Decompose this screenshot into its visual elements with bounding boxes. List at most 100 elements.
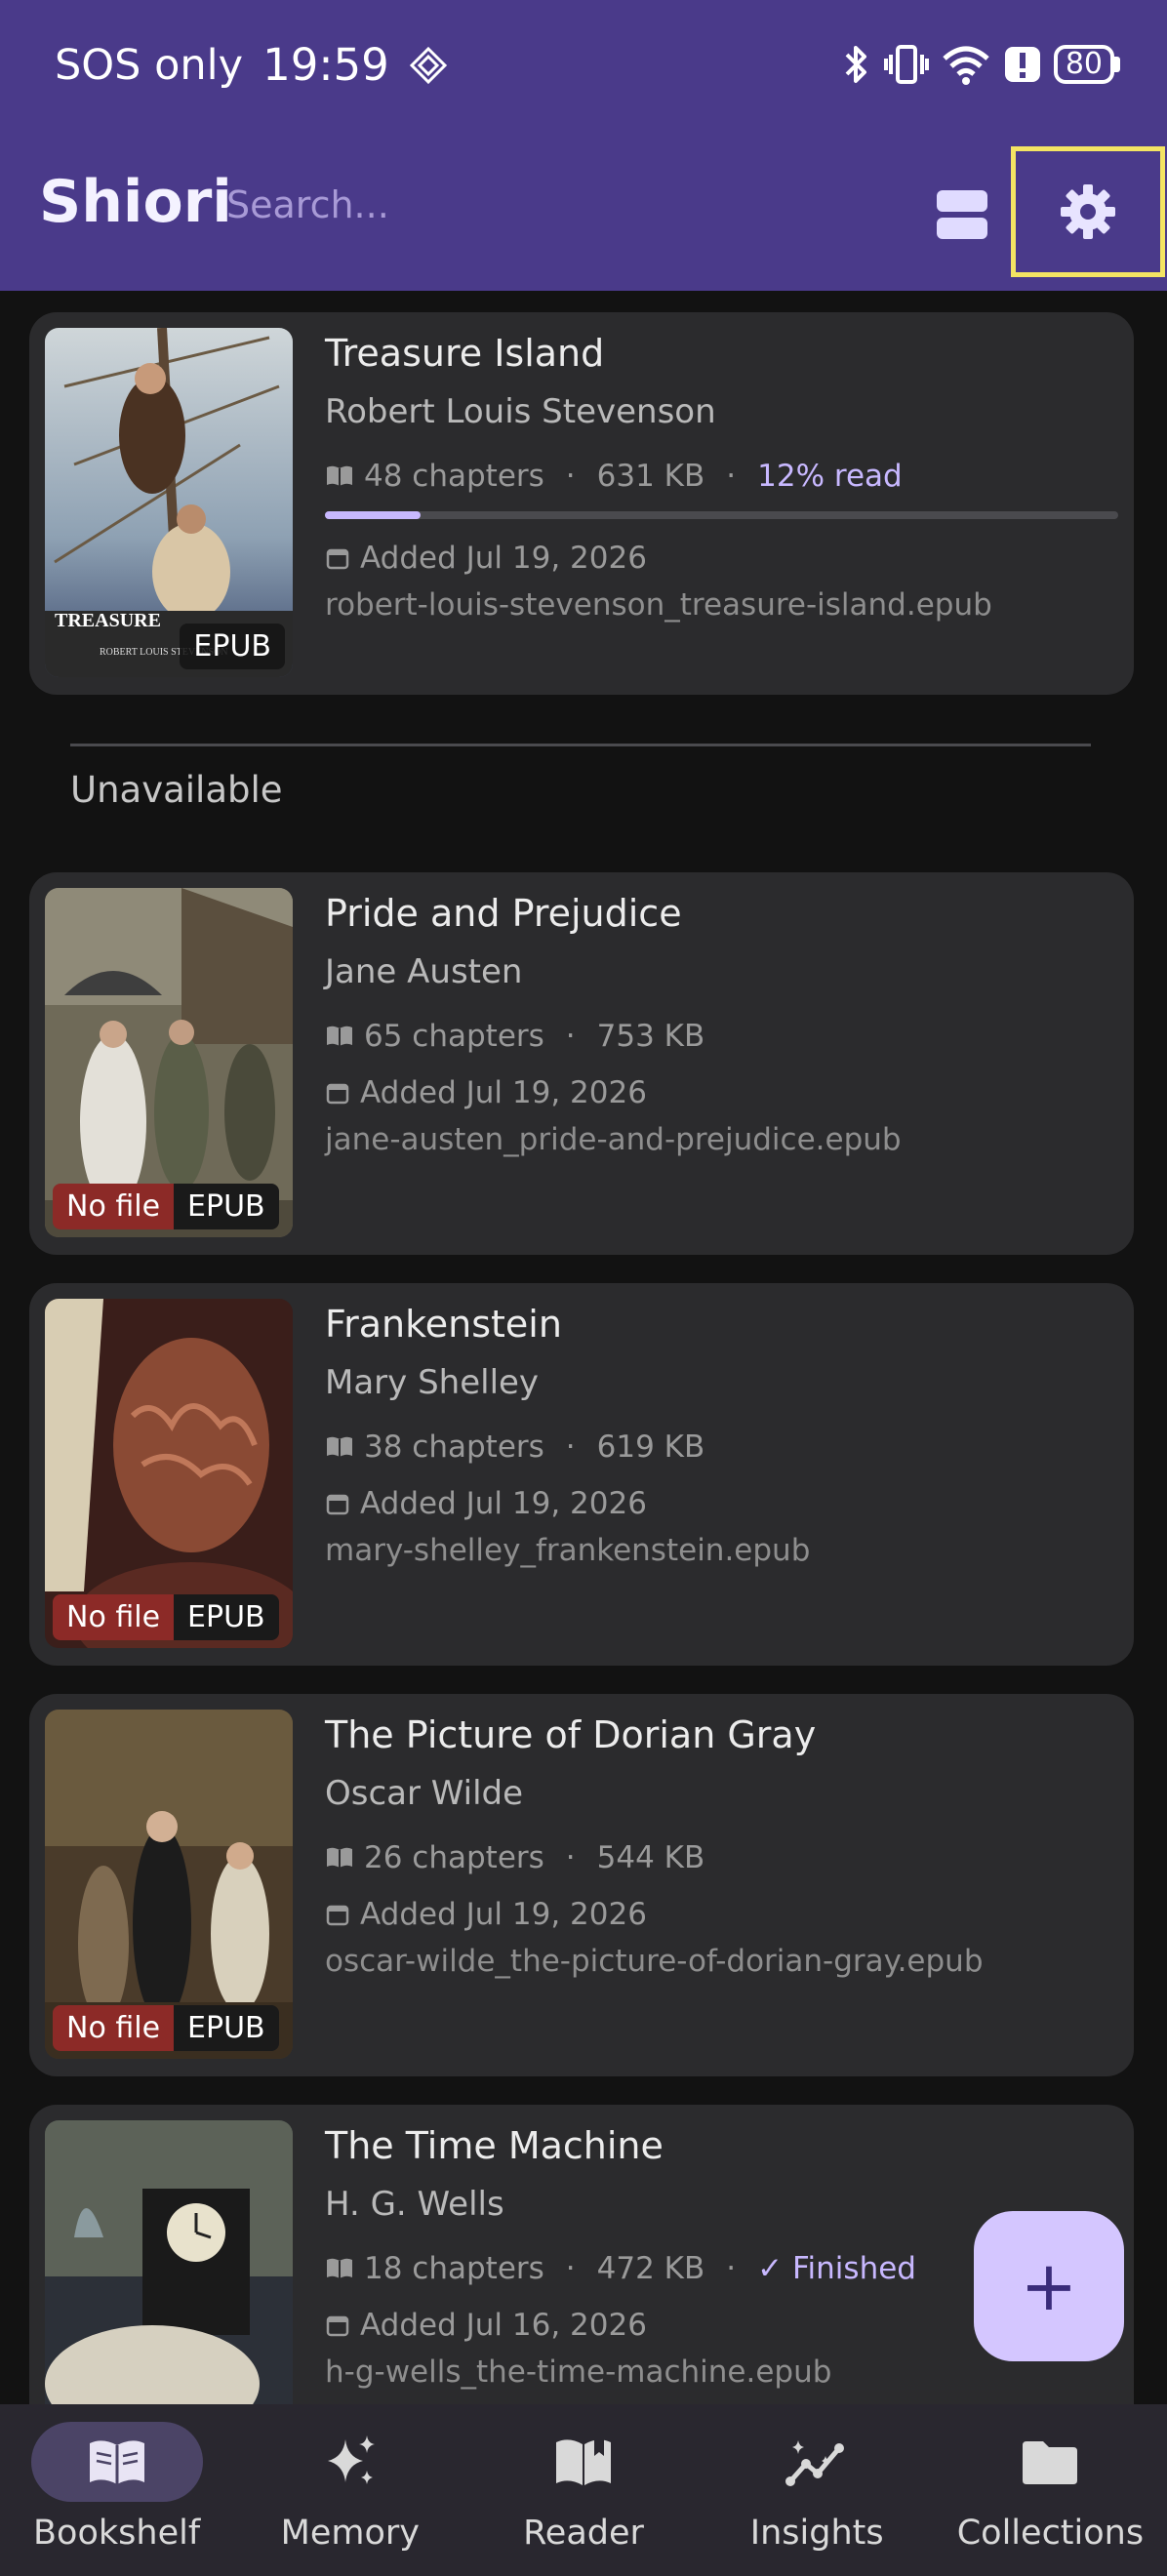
settings-button[interactable] — [1011, 146, 1165, 277]
alert-icon — [1004, 47, 1040, 82]
wifi-icon — [943, 46, 989, 85]
calendar-icon — [326, 548, 349, 570]
calendar-icon — [326, 1083, 349, 1105]
network-diamond-icon — [409, 46, 447, 84]
chapter-count: 26 chapters — [364, 1840, 544, 1875]
nav-label: Reader — [523, 2514, 644, 2553]
book-meta: 38 chapters · 619 KB — [325, 1429, 1118, 1465]
separator-dot: · — [726, 459, 737, 494]
unavailable-section-label: Unavailable — [70, 769, 283, 811]
book-title: Treasure Island — [325, 332, 605, 375]
chapter-count: 18 chapters — [364, 2251, 544, 2286]
app-bar: Shiori Search... — [0, 137, 1167, 291]
file-name: oscar-wilde_the-picture-of-dorian-gray.e… — [325, 1944, 984, 1979]
nav-item-collections[interactable]: Collections — [934, 2404, 1167, 2576]
date-added: Added Jul 19, 2026 — [325, 541, 1118, 576]
nav-label: Insights — [749, 2514, 884, 2553]
status-right: 80 — [839, 43, 1120, 86]
book-title: Frankenstein — [325, 1303, 562, 1346]
format-badge: EPUB — [174, 2005, 279, 2051]
book-card[interactable]: No file EPUB The Picture of Dorian Gray … — [29, 1694, 1134, 2076]
status-left: SOS only 19:59 — [55, 39, 448, 91]
file-size: 619 KB — [596, 1429, 705, 1465]
nav-pill — [498, 2422, 669, 2502]
nav-item-reader[interactable]: Reader — [466, 2404, 700, 2576]
no-file-badge: No file — [53, 1184, 175, 1229]
book-cover: TREASURE ROBERT LOUIS STEVENSON EPUB — [45, 328, 293, 677]
view-toggle-button[interactable] — [925, 178, 999, 252]
app-title: Shiori — [39, 168, 232, 236]
bottom-navigation: Bookshelf Memory Reader Insights Collect… — [0, 2404, 1167, 2576]
date-added-text: Added Jul 19, 2026 — [360, 1897, 647, 1932]
file-name: robert-louis-stevenson_treasure-island.e… — [325, 587, 992, 623]
badge-group: No file EPUB — [53, 1594, 279, 1640]
search-input[interactable]: Search... — [226, 183, 734, 226]
book-card[interactable]: TREASURE ROBERT LOUIS STEVENSON EPUB Tre… — [29, 312, 1134, 695]
nav-item-bookshelf[interactable]: Bookshelf — [0, 2404, 233, 2576]
book-card[interactable]: No file EPUB Pride and Prejudice Jane Au… — [29, 872, 1134, 1255]
folder-icon — [1023, 2441, 1078, 2484]
add-book-button[interactable]: + — [974, 2211, 1124, 2361]
calendar-icon — [326, 1494, 349, 1515]
book-title: Pride and Prejudice — [325, 892, 682, 935]
chapters-book-icon — [327, 1436, 352, 1457]
separator-dot: · — [565, 2251, 576, 2286]
book-info: Treasure Island Robert Louis Stevenson 4… — [325, 332, 1118, 623]
badge-group: EPUB — [180, 624, 285, 669]
nav-pill — [731, 2422, 903, 2502]
date-added: Added Jul 19, 2026 — [325, 1897, 1118, 1932]
format-badge: EPUB — [174, 1594, 279, 1640]
file-name: h-g-wells_the-time-machine.epub — [325, 2355, 832, 2390]
nav-item-memory[interactable]: Memory — [233, 2404, 466, 2576]
book-card[interactable]: No file EPUB Frankenstein Mary Shelley 3… — [29, 1283, 1134, 1666]
no-file-badge: No file — [53, 2005, 175, 2051]
badge-group: No file EPUB — [53, 1184, 279, 1229]
format-badge: EPUB — [180, 624, 285, 669]
reading-progress-fill — [325, 511, 421, 519]
no-file-badge: No file — [53, 1594, 175, 1640]
cover-title-text: TREASURE — [55, 610, 161, 631]
separator-dot: · — [565, 1429, 576, 1465]
date-added: Added Jul 19, 2026 — [325, 1075, 1118, 1110]
book-author: Mary Shelley — [325, 1363, 540, 1402]
carrier-text: SOS only — [55, 40, 244, 90]
file-size: 472 KB — [596, 2251, 705, 2286]
book-open-icon — [89, 2440, 144, 2484]
nav-pill — [264, 2422, 436, 2502]
file-size: 753 KB — [596, 1019, 705, 1054]
view-toggle-bottom-icon — [937, 218, 987, 239]
book-cover: No file EPUB — [45, 888, 293, 1237]
file-name: jane-austen_pride-and-prejudice.epub — [325, 1122, 902, 1157]
date-added-text: Added Jul 19, 2026 — [360, 1075, 647, 1110]
finished-status: ✓ Finished — [757, 2251, 916, 2286]
file-size: 631 KB — [596, 459, 705, 494]
reader-book-icon — [556, 2438, 611, 2485]
book-info: Frankenstein Mary Shelley 38 chapters · … — [325, 1303, 1118, 1568]
file-size: 544 KB — [596, 1840, 705, 1875]
chapters-book-icon — [327, 1026, 352, 1046]
section-divider — [70, 744, 1091, 746]
chapter-count: 65 chapters — [364, 1019, 544, 1054]
battery-nub — [1114, 57, 1120, 72]
calendar-icon — [326, 2315, 349, 2337]
book-meta: 65 chapters · 753 KB — [325, 1019, 1118, 1054]
date-added-text: Added Jul 16, 2026 — [360, 2308, 647, 2343]
status-bar: SOS only 19:59 80 — [0, 0, 1167, 137]
top-bar: SOS only 19:59 80 Shiori Search... — [0, 0, 1167, 291]
nav-item-insights[interactable]: Insights — [701, 2404, 934, 2576]
chapter-count: 38 chapters — [364, 1429, 544, 1465]
book-info: Pride and Prejudice Jane Austen 65 chapt… — [325, 892, 1118, 1157]
book-info: The Picture of Dorian Gray Oscar Wilde 2… — [325, 1713, 1118, 1979]
read-status: 12% read — [757, 459, 903, 494]
insights-icon — [785, 2440, 845, 2486]
chapters-book-icon — [327, 2258, 352, 2278]
badge-group: No file EPUB — [53, 2005, 279, 2051]
separator-dot: · — [565, 1840, 576, 1875]
book-title: The Picture of Dorian Gray — [325, 1713, 817, 1756]
book-cover: No file EPUB — [45, 1299, 293, 1648]
nav-label: Bookshelf — [33, 2514, 201, 2553]
file-name: mary-shelley_frankenstein.epub — [325, 1533, 811, 1568]
battery-indicator: 80 — [1053, 45, 1120, 84]
battery-level: 80 — [1053, 45, 1114, 84]
reading-progress-bar — [325, 511, 1118, 519]
